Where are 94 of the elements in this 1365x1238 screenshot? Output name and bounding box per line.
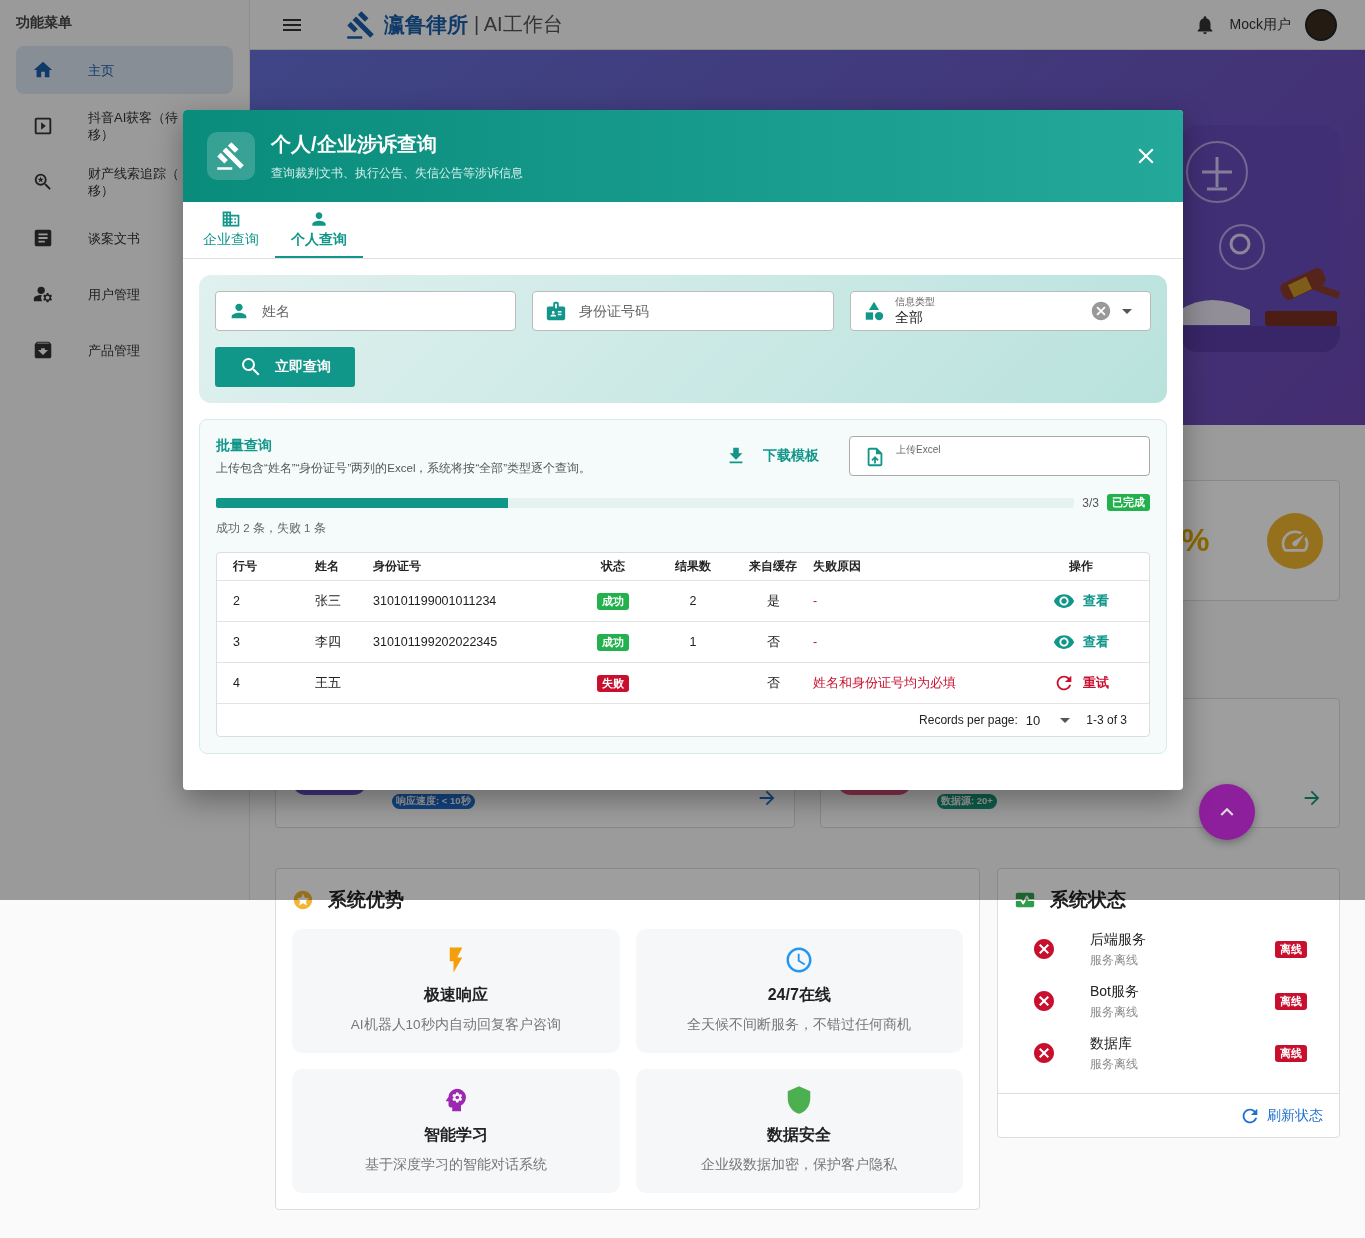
table-cell: - bbox=[813, 635, 818, 649]
table-cell: 姓名和身份证号均为必填 bbox=[813, 674, 956, 692]
sidebar-title: 功能菜单 bbox=[16, 13, 73, 32]
select-field[interactable]: 信息类型 全部 bbox=[849, 291, 1151, 331]
panel-title: 系统优势 bbox=[328, 888, 404, 912]
sidebar-item[interactable]: 主页 bbox=[16, 46, 233, 94]
pagination-range: 1-3 of 3 bbox=[1086, 713, 1127, 727]
advantage-text: 基于深度学习的智能对话系统 bbox=[364, 1156, 547, 1174]
upload-field[interactable]: 上传Excel bbox=[849, 436, 1150, 476]
star-icon bbox=[292, 889, 314, 911]
table-cell: - bbox=[813, 594, 818, 608]
retry-button[interactable]: 重试 bbox=[1053, 672, 1109, 694]
table-cell: 否 bbox=[766, 633, 780, 651]
service-name: 后端服务 bbox=[1090, 930, 1146, 949]
input-field[interactable]: 姓名 bbox=[215, 291, 517, 331]
user-name: Mock用户 bbox=[1229, 15, 1291, 34]
brand-subtitle: | AI工作台 bbox=[474, 12, 563, 37]
feature-chip: 数据源: 20+ bbox=[937, 794, 997, 809]
service-detail: 服务离线 bbox=[1090, 1056, 1138, 1072]
clear-icon[interactable] bbox=[1090, 300, 1112, 322]
status-badge: 离线 bbox=[1275, 1044, 1307, 1062]
service-name: 数据库 bbox=[1090, 1034, 1133, 1053]
nav-icon bbox=[32, 171, 54, 193]
batch-summary: 成功 2 条，失败 1 条 bbox=[216, 521, 327, 536]
download-button[interactable]: 下载模板 bbox=[725, 445, 819, 467]
view-button[interactable]: 查看 bbox=[1053, 631, 1109, 653]
text-input[interactable]: 姓名 bbox=[260, 302, 504, 320]
table-cell: 4 bbox=[233, 676, 240, 690]
view-button[interactable]: 查看 bbox=[1053, 590, 1109, 612]
tab[interactable]: 个人查询 bbox=[275, 202, 363, 258]
column-header: 身份证号 bbox=[373, 559, 421, 574]
column-header: 操作 bbox=[1069, 559, 1093, 574]
input-field[interactable]: 身份证号码 bbox=[532, 291, 834, 331]
dropdown-caret-icon bbox=[1122, 308, 1132, 314]
table-cell: 2 bbox=[689, 594, 697, 608]
rows-per-page-select[interactable]: 10 bbox=[1025, 712, 1077, 728]
error-icon bbox=[1032, 1041, 1056, 1065]
column-header: 结果数 bbox=[675, 559, 711, 574]
batch-hint: 上传包含“姓名”“身份证号”两列的Excel，系统将按“全部”类型逐个查询。 bbox=[216, 460, 593, 476]
advantage-title: 24/7在线 bbox=[767, 985, 831, 1005]
status-badge: 已完成 bbox=[1107, 494, 1150, 511]
id-card-icon bbox=[545, 300, 568, 322]
table-cell: 否 bbox=[766, 674, 780, 692]
feature-chip: 响应速度: < 10秒 bbox=[392, 794, 475, 809]
status-badge: 成功 bbox=[597, 592, 629, 610]
column-header: 状态 bbox=[601, 559, 625, 574]
avatar[interactable] bbox=[1305, 8, 1337, 41]
building-icon bbox=[221, 209, 241, 229]
brand-name: 瀛鲁律所 bbox=[384, 11, 468, 38]
column-header: 失败原因 bbox=[813, 559, 861, 574]
gavel-icon bbox=[346, 9, 376, 40]
advantage-text: 企业级数据加密，保护客户隐私 bbox=[701, 1156, 898, 1174]
gavel-icon bbox=[207, 132, 255, 180]
advantage-text: 全天候不间断服务，不错过任何商机 bbox=[687, 1016, 912, 1034]
table-cell: 1 bbox=[689, 635, 697, 649]
status-badge: 成功 bbox=[597, 633, 629, 651]
table-cell: 310101199202022345 bbox=[373, 635, 498, 649]
status-badge: 离线 bbox=[1275, 940, 1307, 958]
error-icon bbox=[1032, 989, 1056, 1013]
nav-icon bbox=[32, 115, 54, 137]
column-header: 行号 bbox=[233, 559, 257, 574]
batch-title: 批量查询 bbox=[216, 436, 273, 455]
advantage-title: 数据安全 bbox=[767, 1125, 832, 1145]
column-header: 姓名 bbox=[315, 559, 339, 574]
status-badge: 失败 bbox=[597, 674, 629, 692]
dialog-title: 个人/企业涉诉查询 bbox=[271, 132, 438, 157]
table-cell: 310101199001011234 bbox=[373, 594, 497, 608]
dropdown-caret-icon bbox=[1060, 717, 1071, 723]
nav-icon bbox=[32, 227, 54, 249]
search-button[interactable]: 立即查询 bbox=[215, 347, 355, 387]
status-badge: 离线 bbox=[1275, 992, 1307, 1010]
service-name: Bot服务 bbox=[1090, 982, 1139, 1001]
refresh-button[interactable]: 刷新状态 bbox=[1239, 1104, 1323, 1127]
table-cell: 李四 bbox=[315, 633, 341, 651]
error-icon bbox=[1032, 937, 1056, 961]
progress-count: 3/3 bbox=[1082, 495, 1099, 510]
advantage-title: 智能学习 bbox=[423, 1125, 488, 1145]
advantage-text: AI机器人10秒内自动回复客户咨询 bbox=[350, 1016, 561, 1034]
nav-icon bbox=[32, 339, 54, 361]
table-cell: 3 bbox=[233, 635, 240, 649]
table-cell: 王五 bbox=[315, 674, 341, 692]
table-cell: 2 bbox=[233, 594, 240, 608]
dialog-subtitle: 查询裁判文书、执行公告、失信公告等涉诉信息 bbox=[271, 166, 523, 181]
pagination-label: Records per page: bbox=[919, 713, 1018, 727]
advantage-title: 极速响应 bbox=[423, 985, 488, 1005]
table-cell: 是 bbox=[766, 592, 780, 610]
stat-value: % bbox=[1181, 522, 1210, 559]
table-cell: 张三 bbox=[315, 592, 341, 610]
sidebar-item[interactable]: 抖音AI获客（待移） bbox=[16, 102, 233, 150]
text-input[interactable]: 身份证号码 bbox=[577, 302, 821, 320]
panel-title: 系统状态 bbox=[1050, 888, 1126, 912]
service-detail: 服务离线 bbox=[1090, 1004, 1139, 1020]
service-detail: 服务离线 bbox=[1090, 952, 1139, 968]
column-header: 来自缓存 bbox=[749, 559, 797, 574]
